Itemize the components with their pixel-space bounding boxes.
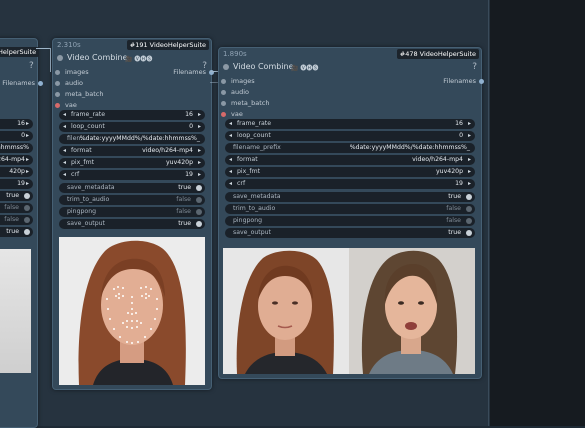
widget-pix-fmt[interactable]: 420p ▸ [0,167,33,177]
video-combine-node-191[interactable]: 2.310s #191 VideoHelperSuite Video Combi… [52,38,214,390]
widget-frame-rate[interactable]: 16 ▸ [0,119,33,129]
widget-frame-rate[interactable]: ◂ frame_rate 16 ▸ [59,110,205,120]
help-icon[interactable]: ? [29,61,34,71]
widget-loop-count[interactable]: 0 ▸ [0,131,33,141]
widget-filename-prefix[interactable]: %date:yyyyMMdd%/%date:hhmmss%_ [0,143,33,153]
video-preview-side-by-side [223,248,475,374]
widget-filename-prefix[interactable]: filen... %date:yyyyMMdd%/%date:hhmmss%_ [59,134,205,144]
video-combine-node-478[interactable]: 1.890s #478 VideoHelperSuite Video Combi… [218,47,484,379]
node-title: Video Combine [57,53,128,62]
toggle-save-metadata[interactable]: true [0,191,33,201]
panel-divider [488,0,489,426]
input-audio[interactable]: audio [221,88,249,96]
input-vae[interactable]: vae [221,110,243,118]
toggle-save-output[interactable]: true [0,227,33,237]
widget-loop-count[interactable]: ◂ loop_count 0 ▸ [59,122,205,132]
comparison-preview-image [223,248,475,374]
video-combine-node-left[interactable]: HelperSuite ? Filenames 16▸ 0▸ %date:yyy… [0,38,43,428]
widget-filename-prefix[interactable]: filename_prefix %date:yyyyMMdd%/%date:hhm… [225,143,475,153]
node-id-badge: #191 VideoHelperSuite [126,40,209,50]
widget-loop-count[interactable]: ◂ loop_count 0 ▸ [225,131,475,141]
toggle-pingpong[interactable]: false [0,215,33,225]
output-filenames[interactable]: Filenames [2,79,43,87]
widget-crf[interactable]: ◂ crf 19 ▸ [225,179,475,189]
widget-format[interactable]: ◂ format video/h264-mp4 ▸ [59,146,205,156]
vhs-badge-icon: 🎥 🅥🅗🅢 [291,65,319,72]
toggle-save-metadata[interactable]: save_metadata true [59,183,205,193]
input-images[interactable]: images [221,77,255,85]
toggle-trim-to-audio[interactable]: trim_to_audio false [225,204,475,214]
input-meta-batch[interactable]: meta_batch [221,99,269,107]
input-meta-batch[interactable]: meta_batch [55,90,103,98]
toggle-trim-to-audio[interactable]: trim_to_audio false [59,195,205,205]
toggle-save-output[interactable]: save_output true [59,219,205,229]
collapse-dot-icon[interactable] [57,54,63,61]
toggle-pingpong[interactable]: pingpong false [225,216,475,226]
input-audio[interactable]: audio [55,79,83,87]
toggle-save-metadata[interactable]: save_metadata true [225,192,475,202]
node-id-badge: #478 VideoHelperSuite [396,49,479,59]
execution-time: 2.310s [57,41,81,49]
widget-pix-fmt[interactable]: ◂ pix_fmt yuv420p ▸ [225,167,475,177]
output-filenames[interactable]: Filenames [443,77,484,85]
widget-format[interactable]: h264-mp4▸ [0,155,33,165]
execution-time: 1.890s [223,50,247,58]
toggle-save-output[interactable]: save_output true [225,228,475,238]
node-title: Video Combine [223,62,294,71]
widget-crf[interactable]: 19 ▸ [0,179,33,189]
video-preview [0,249,31,373]
toggle-pingpong[interactable]: pingpong false [59,207,205,217]
output-filenames[interactable]: Filenames [173,68,214,76]
widget-pix-fmt[interactable]: ◂ pix_fmt yuv420p ▸ [59,158,205,168]
connection-wire [50,48,51,72]
help-icon[interactable]: ? [472,62,477,72]
vhs-badge-icon: 🎥 🅥🅗🅢 [125,56,153,63]
widget-frame-rate[interactable]: ◂ frame_rate 16 ▸ [225,119,475,129]
input-images[interactable]: images [55,68,89,76]
input-vae[interactable]: vae [55,101,77,109]
toggle-trim-to-audio[interactable]: false [0,203,33,213]
widget-format[interactable]: ◂ format video/h264-mp4 ▸ [225,155,475,165]
widget-crf[interactable]: ◂ crf 19 ▸ [59,170,205,180]
collapse-dot-icon[interactable] [223,63,229,70]
node-id-badge: HelperSuite [0,47,40,57]
face-preview-image [59,237,205,385]
side-panel-background [490,0,585,426]
connection-wire [36,48,50,49]
video-preview-face-landmarks [59,237,205,385]
